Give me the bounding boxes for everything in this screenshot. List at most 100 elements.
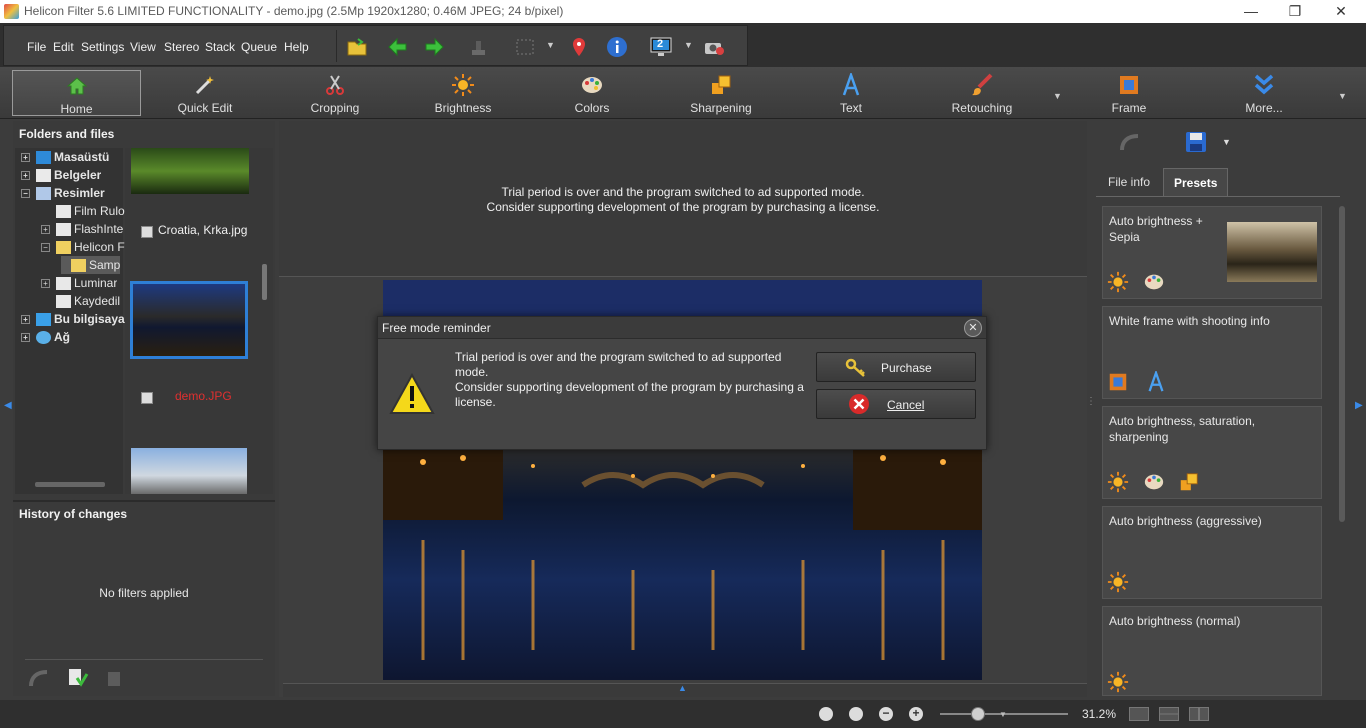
tree-expand-icon[interactable]: + — [41, 225, 50, 235]
tree-expand-icon[interactable]: + — [21, 153, 30, 163]
save-preset-dropdown-arrow-icon[interactable]: ▼ — [1222, 137, 1231, 147]
actual-size-icon[interactable] — [819, 707, 833, 721]
menu-view[interactable]: View — [130, 40, 156, 54]
file-checkbox-demo[interactable] — [141, 392, 153, 404]
tree-collapse-icon[interactable]: − — [21, 189, 30, 199]
split-horizontal-view-icon[interactable] — [1159, 707, 1179, 721]
menu-settings[interactable]: Settings — [81, 40, 124, 54]
thumbnail-demo-selected[interactable] — [130, 281, 248, 359]
tree-item-label: Samp — [89, 258, 121, 272]
sharpen-icon — [712, 75, 731, 94]
right-splitter-handle[interactable]: ⋮ — [1086, 396, 1096, 407]
fit-to-window-icon[interactable] — [849, 707, 863, 721]
zoom-slider-knob[interactable] — [971, 707, 986, 721]
tree-collapse-icon[interactable]: − — [41, 243, 50, 253]
open-folder-icon[interactable] — [346, 36, 368, 58]
zoom-in-icon[interactable]: + — [909, 707, 923, 721]
ribbon-retouching-button[interactable]: Retouching — [926, 70, 1038, 116]
menu-stack[interactable]: Stack — [205, 40, 235, 54]
preset-title: Auto brightness + Sepia — [1109, 214, 1203, 244]
zoom-out-icon[interactable]: − — [879, 707, 893, 721]
tree-item-documents[interactable]: + Belgeler — [21, 166, 101, 184]
monitor-dropdown-arrow-icon[interactable]: ▼ — [684, 40, 693, 50]
history-panel-title: History of changes — [19, 507, 128, 521]
forward-arrow-icon[interactable] — [424, 36, 446, 58]
tree-expand-icon[interactable]: + — [21, 315, 30, 325]
close-window-button[interactable]: ✕ — [1318, 0, 1364, 23]
right-panel-collapse-arrow-icon[interactable]: ▶ — [1355, 400, 1363, 411]
save-preset-icon[interactable] — [1184, 130, 1208, 154]
single-view-icon[interactable] — [1129, 707, 1149, 721]
tree-item-flashinte[interactable]: + FlashInte — [41, 220, 123, 238]
map-pin-icon[interactable] — [568, 36, 590, 58]
selection-dropdown-arrow-icon[interactable]: ▼ — [546, 40, 555, 50]
thumbnail-scrollbar[interactable] — [262, 264, 267, 300]
tree-item-helicon[interactable]: − Helicon F — [41, 238, 125, 256]
left-panel-collapse-arrow-icon[interactable]: ◀ — [4, 400, 12, 411]
folder-icon — [71, 259, 86, 273]
ribbon-more-button[interactable]: More... — [1209, 70, 1319, 116]
tab-presets[interactable]: Presets — [1163, 168, 1229, 196]
ribbon-quick-edit-button[interactable]: Quick Edit — [150, 70, 260, 116]
ribbon-colors-button[interactable]: Colors — [537, 70, 647, 116]
menu-help[interactable]: Help — [284, 40, 309, 54]
preset-auto-brightness-aggressive[interactable]: Auto brightness (aggressive) — [1102, 506, 1322, 599]
tree-item-network[interactable]: + Ağ — [21, 328, 70, 346]
file-name-demo[interactable]: demo.JPG — [175, 389, 232, 403]
folders-panel-title: Folders and files — [19, 127, 115, 141]
back-arrow-icon[interactable] — [386, 36, 408, 58]
apply-history-icon[interactable] — [65, 666, 89, 690]
ribbon-sharpening-button[interactable]: Sharpening — [666, 70, 776, 116]
tree-expand-icon[interactable]: + — [21, 333, 30, 343]
preset-white-frame[interactable]: White frame with shooting info — [1102, 306, 1322, 399]
split-vertical-view-icon[interactable] — [1189, 707, 1209, 721]
retouching-dropdown-arrow-icon[interactable]: ▼ — [1053, 91, 1062, 101]
tree-item-luminar[interactable]: + Luminar — [41, 274, 117, 292]
more-dropdown-arrow-icon[interactable]: ▼ — [1338, 91, 1347, 101]
cancel-button[interactable]: Cancel — [816, 389, 976, 419]
documents-icon — [36, 169, 51, 183]
app-icon[interactable] — [4, 4, 19, 19]
restore-button[interactable]: ❐ — [1272, 0, 1318, 23]
menu-edit[interactable]: Edit — [53, 40, 74, 54]
thumbnail-croatia[interactable] — [131, 148, 249, 194]
ribbon-text-button[interactable]: Text — [796, 70, 906, 116]
preset-title: Auto brightness (normal) — [1109, 614, 1241, 628]
preset-auto-brightness-saturation-sharpening[interactable]: Auto brightness, saturation, sharpening — [1102, 406, 1322, 499]
purchase-button[interactable]: Purchase — [816, 352, 976, 382]
camera-settings-icon[interactable] — [703, 36, 725, 58]
tree-expand-icon[interactable]: + — [41, 279, 50, 289]
folder-icon — [56, 241, 71, 255]
dialog-close-icon[interactable]: ✕ — [964, 319, 982, 337]
tree-item-pictures[interactable]: − Resimler — [21, 184, 105, 202]
menu-queue[interactable]: Queue — [241, 40, 277, 54]
tree-item-kaydedil[interactable]: Kaydedil — [41, 292, 120, 310]
ribbon-frame-button[interactable]: Frame — [1074, 70, 1184, 116]
tree-item-samples[interactable]: Samp — [61, 256, 121, 274]
ribbon-brightness-button[interactable]: Brightness — [408, 70, 518, 116]
presets-scrollbar[interactable] — [1339, 206, 1345, 522]
preset-auto-brightness-sepia[interactable]: Auto brightness + Sepia — [1102, 206, 1322, 299]
title-bar: Helicon Filter 5.6 LIMITED FUNCTIONALITY… — [0, 0, 1366, 23]
preset-auto-brightness-normal[interactable]: Auto brightness (normal) — [1102, 606, 1322, 696]
tree-expand-icon[interactable]: + — [21, 171, 30, 181]
history-empty-message: No filters applied — [99, 586, 189, 600]
minimize-button[interactable]: — — [1228, 0, 1274, 23]
tab-file-info[interactable]: File info — [1098, 168, 1160, 196]
menu-file[interactable]: File — [27, 40, 46, 54]
tree-item-film-roll[interactable]: Film Rulo — [41, 202, 125, 220]
file-name-croatia[interactable]: Croatia, Krka.jpg — [158, 223, 247, 237]
history-panel: History of changes No filters applied — [13, 500, 275, 696]
file-checkbox-croatia[interactable] — [141, 226, 153, 238]
filmstrip-toggle-arrow-icon[interactable]: ▲ — [678, 683, 687, 693]
thumbnail-next[interactable] — [131, 448, 247, 494]
info-icon[interactable] — [606, 36, 628, 58]
tree-item-desktop[interactable]: + Masaüstü — [21, 148, 109, 166]
ribbon-cropping-button[interactable]: Cropping — [280, 70, 390, 116]
tree-item-this-pc[interactable]: + Bu bilgisaya — [21, 310, 125, 328]
menu-stereo[interactable]: Stereo — [164, 40, 199, 54]
tree-horizontal-scrollbar[interactable] — [35, 482, 105, 487]
undo-history-icon[interactable] — [27, 666, 51, 690]
network-icon — [36, 331, 51, 345]
ribbon-home-button[interactable]: Home — [12, 70, 141, 116]
